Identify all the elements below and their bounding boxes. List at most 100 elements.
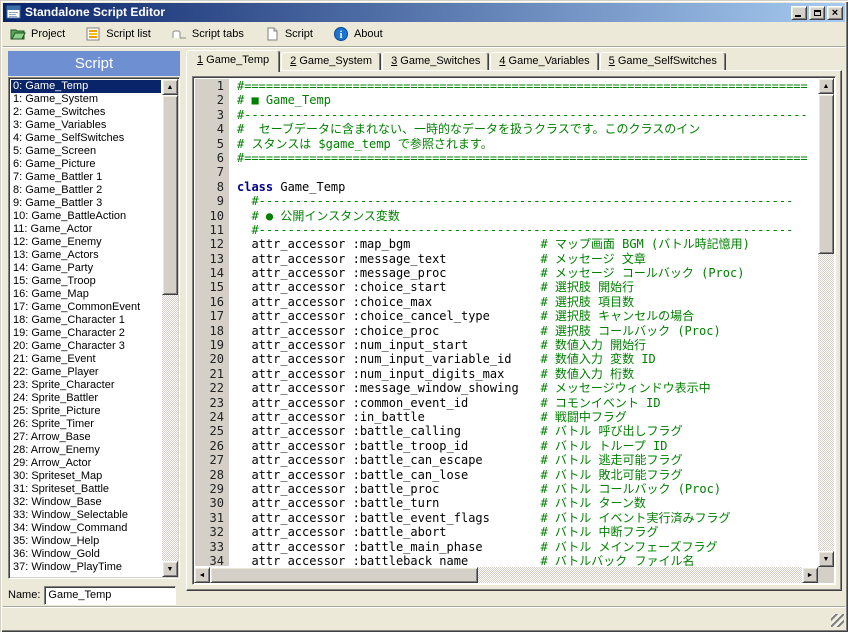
tab-game_switches[interactable]: 3 Game_Switches: [382, 52, 489, 70]
code-line: 26 attr_accessor :battle_troop_id # バトル …: [195, 439, 817, 453]
script-button[interactable]: Script: [259, 24, 320, 44]
code-text: attr_accessor :message_proc # メッセージ コールバ…: [229, 266, 744, 280]
line-number: 26: [195, 439, 229, 453]
code-area[interactable]: 1#======================================…: [195, 79, 817, 566]
script-list-item[interactable]: 20: Game_Character 3: [11, 340, 161, 353]
script-list-item[interactable]: 37: Window_PlayTime: [11, 561, 161, 574]
script-list-item[interactable]: 6: Game_Picture: [11, 158, 161, 171]
script-list-item[interactable]: 9: Game_Battler 3: [11, 197, 161, 210]
scrollbar-thumb[interactable]: [162, 95, 178, 295]
code-line: 1#======================================…: [195, 79, 817, 93]
script-list-item[interactable]: 30: Spriteset_Map: [11, 470, 161, 483]
code-line: 20 attr_accessor :num_input_variable_id …: [195, 352, 817, 366]
line-number: 2: [195, 93, 229, 107]
line-number: 11: [195, 223, 229, 237]
script-list-item[interactable]: 36: Window_Gold: [11, 548, 161, 561]
code-line: 11 #------------------------------------…: [195, 223, 817, 237]
line-number: 7: [195, 165, 229, 179]
code-line: 30 attr_accessor :battle_turn # バトル ターン数: [195, 496, 817, 510]
maximize-button[interactable]: [809, 6, 825, 20]
script-list-item[interactable]: 17: Game_CommonEvent: [11, 301, 161, 314]
tab-game_selfswitches[interactable]: 5 Game_SelfSwitches: [600, 52, 726, 70]
line-number: 19: [195, 338, 229, 352]
tab-game_temp[interactable]: 1 Game_Temp: [186, 50, 280, 72]
script-list-item[interactable]: 10: Game_BattleAction: [11, 210, 161, 223]
code-text: #---------------------------------------…: [229, 108, 808, 122]
code-line: 24 attr_accessor :in_battle # 戦闘中フラグ: [195, 410, 817, 424]
script-list-item[interactable]: 12: Game_Enemy: [11, 236, 161, 249]
script-list-item[interactable]: 16: Game_Map: [11, 288, 161, 301]
line-number: 14: [195, 266, 229, 280]
project-folder-icon: [10, 26, 26, 42]
script-list: 0: Game_Temp1: Game_System2: Game_Switch…: [11, 80, 161, 576]
script-list-item[interactable]: 8: Game_Battler 2: [11, 184, 161, 197]
script-list-item[interactable]: 35: Window_Help: [11, 535, 161, 548]
tab-game_variables[interactable]: 4 Game_Variables: [490, 52, 598, 70]
script-list-item[interactable]: 3: Game_Variables: [11, 119, 161, 132]
scrollbar-thumb[interactable]: [210, 567, 478, 583]
script-list-item[interactable]: 24: Sprite_Battler: [11, 392, 161, 405]
script-list-item[interactable]: 21: Game_Event: [11, 353, 161, 366]
scroll-right-arrow-icon[interactable]: ►: [802, 567, 818, 583]
script-list-item[interactable]: 29: Arrow_Actor: [11, 457, 161, 470]
script-list-item[interactable]: 19: Game_Character 2: [11, 327, 161, 340]
code-line: 3#--------------------------------------…: [195, 108, 817, 122]
editor-vertical-scrollbar[interactable]: ▲ ▼: [818, 78, 834, 567]
script-list-item[interactable]: 15: Game_Troop: [11, 275, 161, 288]
script-list-item[interactable]: 28: Arrow_Enemy: [11, 444, 161, 457]
script-list-item[interactable]: 34: Window_Command: [11, 522, 161, 535]
about-label: About: [354, 28, 383, 40]
editor-horizontal-scrollbar[interactable]: ◄ ►: [194, 567, 818, 583]
script-list-scrollbar[interactable]: ▲ ▼: [162, 79, 178, 577]
script-list-item[interactable]: 32: Window_Base: [11, 496, 161, 509]
script-list-item[interactable]: 18: Game_Character 1: [11, 314, 161, 327]
script-list-item[interactable]: 5: Game_Screen: [11, 145, 161, 158]
line-number: 12: [195, 237, 229, 251]
script-list-item[interactable]: 13: Game_Actors: [11, 249, 161, 262]
script-list-item[interactable]: 26: Sprite_Timer: [11, 418, 161, 431]
scroll-down-arrow-icon[interactable]: ▼: [818, 551, 834, 567]
code-line: 16 attr_accessor :choice_max # 選択肢 項目数: [195, 295, 817, 309]
script-list-item[interactable]: 22: Game_Player: [11, 366, 161, 379]
scroll-up-arrow-icon[interactable]: ▲: [818, 78, 834, 94]
close-button[interactable]: ×: [827, 6, 843, 20]
script-list-item[interactable]: 4: Game_SelfSwitches: [11, 132, 161, 145]
code-line: 18 attr_accessor :choice_proc # 選択肢 コールバ…: [195, 324, 817, 338]
code-text: attr_accessor :battle_troop_id # バトル トルー…: [229, 439, 667, 453]
app-icon: [6, 5, 21, 20]
script-label: Script: [285, 28, 313, 40]
script-tabs-icon: [171, 26, 187, 42]
script-list-item[interactable]: 33: Window_Selectable: [11, 509, 161, 522]
scroll-up-arrow-icon[interactable]: ▲: [162, 79, 178, 95]
script-list-item[interactable]: 0: Game_Temp: [11, 80, 161, 93]
scrollbar-thumb[interactable]: [818, 94, 834, 254]
minimize-button[interactable]: [791, 6, 807, 20]
project-button[interactable]: Project: [5, 24, 72, 44]
code-line: 17 attr_accessor :choice_cancel_type # 選…: [195, 309, 817, 323]
script-tabs-label: Script tabs: [192, 28, 244, 40]
script-list-item[interactable]: 25: Sprite_Picture: [11, 405, 161, 418]
line-number: 24: [195, 410, 229, 424]
script-list-item[interactable]: 27: Arrow_Base: [11, 431, 161, 444]
app-window: Standalone Script Editor × Project Script…: [0, 0, 848, 632]
code-line: 21 attr_accessor :num_input_digits_max #…: [195, 367, 817, 381]
script-tabs-button[interactable]: Script tabs: [166, 24, 251, 44]
script-list-item[interactable]: 7: Game_Battler 1: [11, 171, 161, 184]
script-list-item[interactable]: 1: Game_System: [11, 93, 161, 106]
script-list-item[interactable]: 14: Game_Party: [11, 262, 161, 275]
about-button[interactable]: iAbout: [328, 24, 390, 44]
script-list-item[interactable]: 11: Game_Actor: [11, 223, 161, 236]
resize-grip[interactable]: [831, 614, 844, 627]
script-list-item[interactable]: 31: Spriteset_Battle: [11, 483, 161, 496]
scroll-down-arrow-icon[interactable]: ▼: [162, 561, 178, 577]
script-list-button[interactable]: Script list: [80, 24, 158, 44]
name-input[interactable]: [44, 586, 176, 605]
title-bar: Standalone Script Editor ×: [3, 3, 845, 22]
scroll-left-arrow-icon[interactable]: ◄: [194, 567, 210, 583]
tab-game_system[interactable]: 2 Game_System: [281, 52, 381, 70]
code-text: attr_accessor :message_text # メッセージ 文章: [229, 252, 646, 266]
line-number: 22: [195, 381, 229, 395]
code-line: 31 attr_accessor :battle_event_flags # バ…: [195, 511, 817, 525]
script-list-item[interactable]: 23: Sprite_Character: [11, 379, 161, 392]
script-list-item[interactable]: 2: Game_Switches: [11, 106, 161, 119]
